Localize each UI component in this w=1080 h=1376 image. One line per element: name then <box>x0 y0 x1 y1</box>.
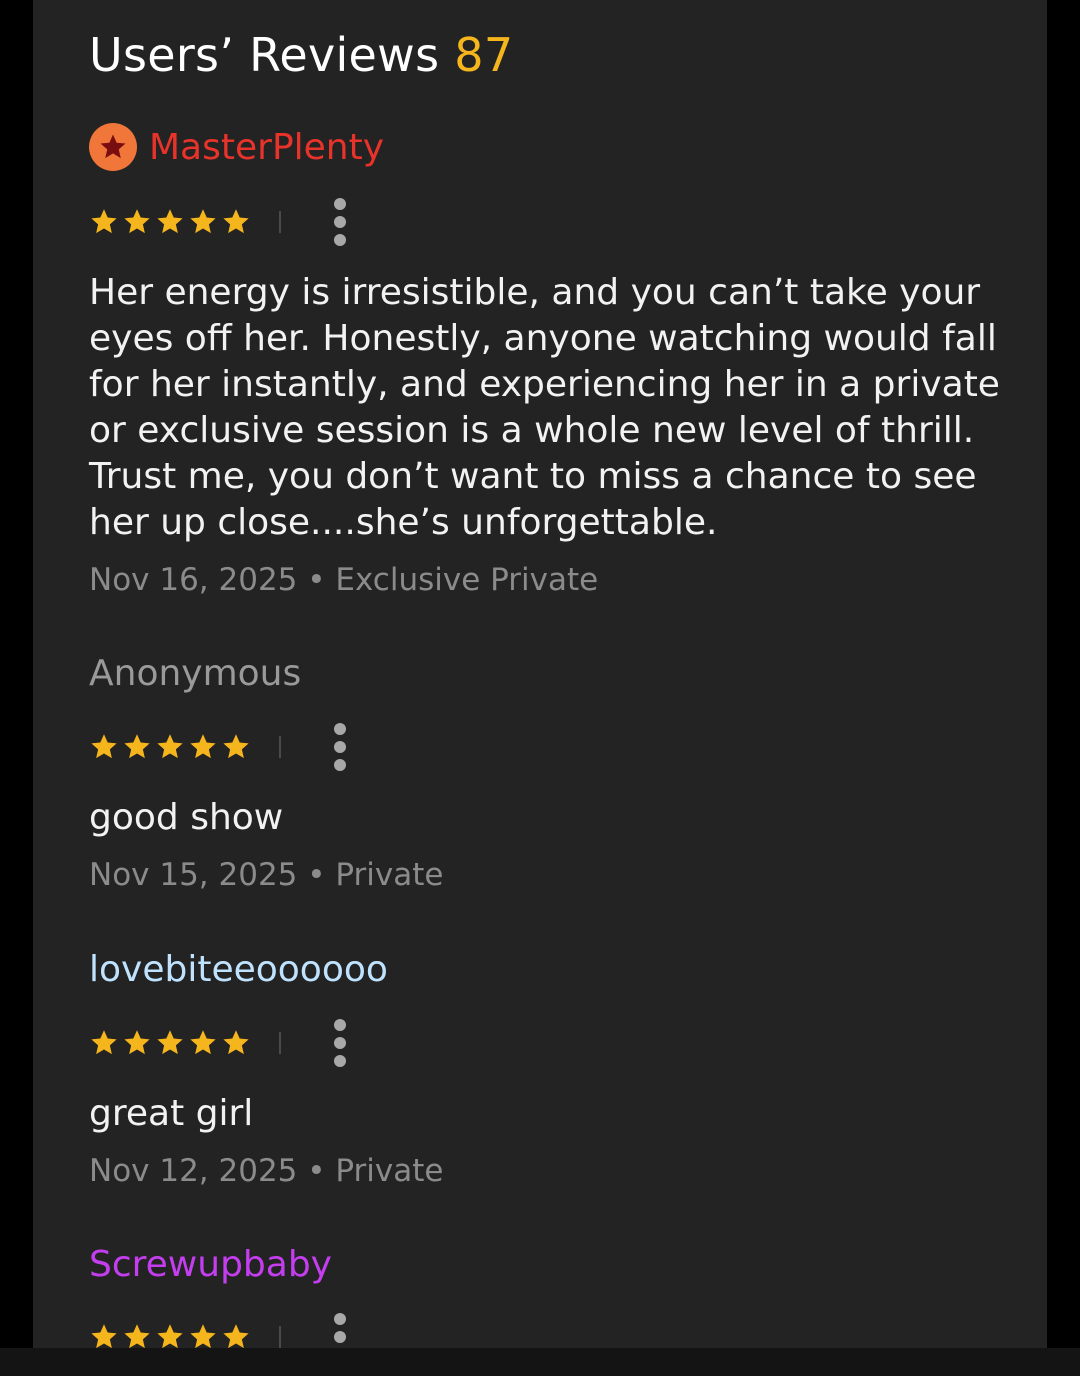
star-rating <box>89 732 251 762</box>
star-icon <box>223 209 249 234</box>
review-user-row: MasterPlenty <box>89 122 384 172</box>
star-icon <box>223 1324 249 1348</box>
star-icon <box>157 1030 183 1055</box>
divider <box>279 211 281 233</box>
review-meta: Nov 15, 2025 • Private <box>89 857 444 893</box>
star-icon <box>223 1030 249 1055</box>
review-username[interactable]: Anonymous <box>89 653 301 694</box>
review-rating-row <box>89 1018 347 1068</box>
review-rating-row <box>89 1312 347 1348</box>
divider <box>279 1326 281 1348</box>
star-icon <box>91 209 117 234</box>
star-icon <box>190 734 216 759</box>
more-options-button[interactable] <box>333 723 347 771</box>
star-icon <box>223 734 249 759</box>
star-icon <box>157 1324 183 1348</box>
more-options-button[interactable] <box>333 198 347 246</box>
star-icon <box>190 209 216 234</box>
review-user-row: Screwupbaby <box>89 1239 332 1289</box>
review-type: Exclusive Private <box>335 562 599 598</box>
star-badge-icon <box>89 123 137 171</box>
review-date: Nov 12, 2025 <box>89 1153 298 1189</box>
reviews-panel: Users’ Reviews 87 MasterPlenty Her energ… <box>33 0 1047 1348</box>
review-text: good show <box>89 797 284 838</box>
review-date: Nov 15, 2025 <box>89 857 298 893</box>
star-icon <box>124 1030 150 1055</box>
star-icon <box>124 209 150 234</box>
star-rating <box>89 207 251 237</box>
review-rating-row <box>89 197 347 247</box>
review-text: great girl <box>89 1093 254 1134</box>
star-icon <box>124 734 150 759</box>
star-icon <box>190 1324 216 1348</box>
star-icon <box>91 734 117 759</box>
review-text: Her energy is irresistible, and you can’… <box>89 272 1000 543</box>
review-user-row: Anonymous <box>89 648 301 698</box>
star-rating <box>89 1322 251 1348</box>
review-type: Private <box>335 1153 444 1189</box>
more-options-button[interactable] <box>333 1019 347 1067</box>
more-options-button[interactable] <box>333 1313 347 1348</box>
reviews-title-text: Users’ Reviews <box>89 28 440 82</box>
star-icon <box>190 1030 216 1055</box>
star-icon <box>124 1324 150 1348</box>
star-icon <box>91 1324 117 1348</box>
review-date: Nov 16, 2025 <box>89 562 298 598</box>
divider <box>279 1032 281 1054</box>
review-meta: Nov 16, 2025 • Exclusive Private <box>89 562 599 598</box>
reviews-count: 87 <box>454 28 514 82</box>
divider <box>279 736 281 758</box>
page-title: Users’ Reviews 87 <box>89 28 513 82</box>
star-icon <box>91 1030 117 1055</box>
review-username[interactable]: lovebiteeoooooo <box>89 949 388 990</box>
star-icon <box>157 209 183 234</box>
star-icon <box>157 734 183 759</box>
review-username[interactable]: MasterPlenty <box>149 127 384 168</box>
review-rating-row <box>89 722 347 772</box>
review-type: Private <box>335 857 444 893</box>
review-meta: Nov 12, 2025 • Private <box>89 1153 444 1189</box>
review-username[interactable]: Screwupbaby <box>89 1244 332 1285</box>
bottom-bar <box>0 1348 1080 1376</box>
review-user-row: lovebiteeoooooo <box>89 944 388 994</box>
star-rating <box>89 1028 251 1058</box>
